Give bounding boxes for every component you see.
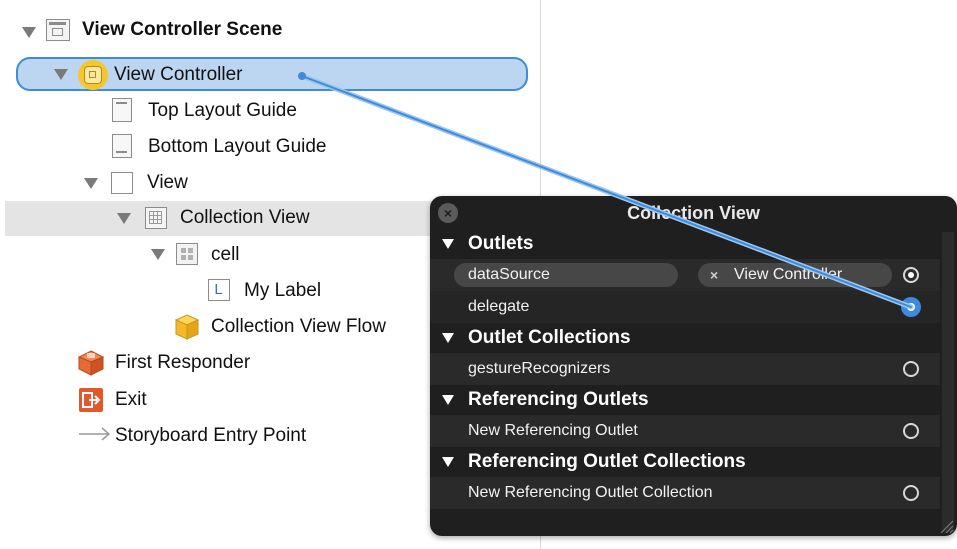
outline-item-view[interactable]: View [147,171,188,195]
empty-circle-icon[interactable] [903,485,919,501]
section-referencing-outlet-collections[interactable]: Referencing Outlet Collections [430,447,940,477]
connection-target-label: View Controller [734,266,843,283]
disclosure-triangle-icon[interactable] [117,213,131,224]
outline-item-my-label[interactable]: My Label [244,279,321,303]
empty-circle-icon[interactable] [903,423,919,439]
disclosure-triangle-icon[interactable] [151,249,165,260]
outlet-row-datasource[interactable]: dataSource × View Controller [430,259,940,291]
disclosure-triangle-icon [442,395,454,405]
disclosure-triangle-icon[interactable] [54,69,68,80]
scene-title[interactable]: View Controller Scene [82,18,282,42]
connecting-circle-icon[interactable] [901,297,921,317]
outlet-label-new-referencing-outlet-collection: New Referencing Outlet Collection [468,484,713,501]
entry-point-arrow-icon [78,426,112,442]
outline-item-exit[interactable]: Exit [115,388,147,412]
layout-guide-icon [112,98,132,122]
outlet-row-delegate[interactable]: delegate [430,291,940,323]
disclosure-triangle-icon[interactable] [84,178,98,189]
outlet-label-datasource: dataSource [468,266,550,283]
flow-layout-cube-icon [174,314,200,340]
section-outlet-collections[interactable]: Outlet Collections [430,323,940,353]
section-outlet-collections-label: Outlet Collections [468,327,631,348]
outline-item-first-responder[interactable]: First Responder [115,351,250,375]
outline-item-collection-view-flow[interactable]: Collection View Flow [211,315,386,339]
cell-icon [176,243,198,265]
disclosure-triangle-icon [442,239,454,249]
layout-guide-icon [112,134,132,158]
outlet-row-gesture-recognizers[interactable]: gestureRecognizers [430,353,940,385]
outline-item-top-layout-guide[interactable]: Top Layout Guide [148,99,297,123]
connections-popup: × Collection View Outlets dataSource × V… [430,196,957,536]
collection-view-icon [145,207,167,229]
section-referencing-outlets-label: Referencing Outlets [468,389,649,410]
outline-item-collection-view[interactable]: Collection View [180,206,310,230]
outlet-row-new-referencing-outlet[interactable]: New Referencing Outlet [430,415,940,447]
empty-circle-icon[interactable] [903,361,919,377]
disclosure-triangle-icon [442,333,454,343]
disclosure-triangle-icon [442,457,454,467]
scene-icon [46,19,70,41]
popup-title: Collection View [627,203,760,223]
resize-grip-icon[interactable] [938,518,954,534]
outlet-label-gesture-recognizers: gestureRecognizers [468,360,611,377]
exit-icon [79,388,103,412]
view-controller-icon [78,60,108,90]
first-responder-cube-icon [77,350,105,376]
outline-item-cell[interactable]: cell [211,243,240,267]
label-icon-letter: L [214,281,223,298]
section-outlets-label: Outlets [468,233,534,254]
outline-item-storyboard-entry-point[interactable]: Storyboard Entry Point [115,424,306,448]
section-referencing-outlets[interactable]: Referencing Outlets [430,385,940,415]
outlet-label-delegate: delegate [468,298,530,315]
section-outlets[interactable]: Outlets [430,229,940,259]
view-icon [111,172,133,194]
section-referencing-outlet-collections-label: Referencing Outlet Collections [468,451,746,472]
popup-scrollbar[interactable] [942,232,954,532]
outlet-label-new-referencing-outlet: New Referencing Outlet [468,422,638,439]
connected-circle-icon[interactable] [903,267,919,283]
label-icon: L [208,279,230,301]
disclosure-triangle-icon[interactable] [22,27,36,38]
outlet-row-new-referencing-outlet-collection[interactable]: New Referencing Outlet Collection [430,477,940,509]
remove-connection-icon[interactable]: × [710,259,718,291]
outline-item-bottom-layout-guide[interactable]: Bottom Layout Guide [148,135,327,159]
outline-item-view-controller[interactable]: View Controller [114,63,242,87]
